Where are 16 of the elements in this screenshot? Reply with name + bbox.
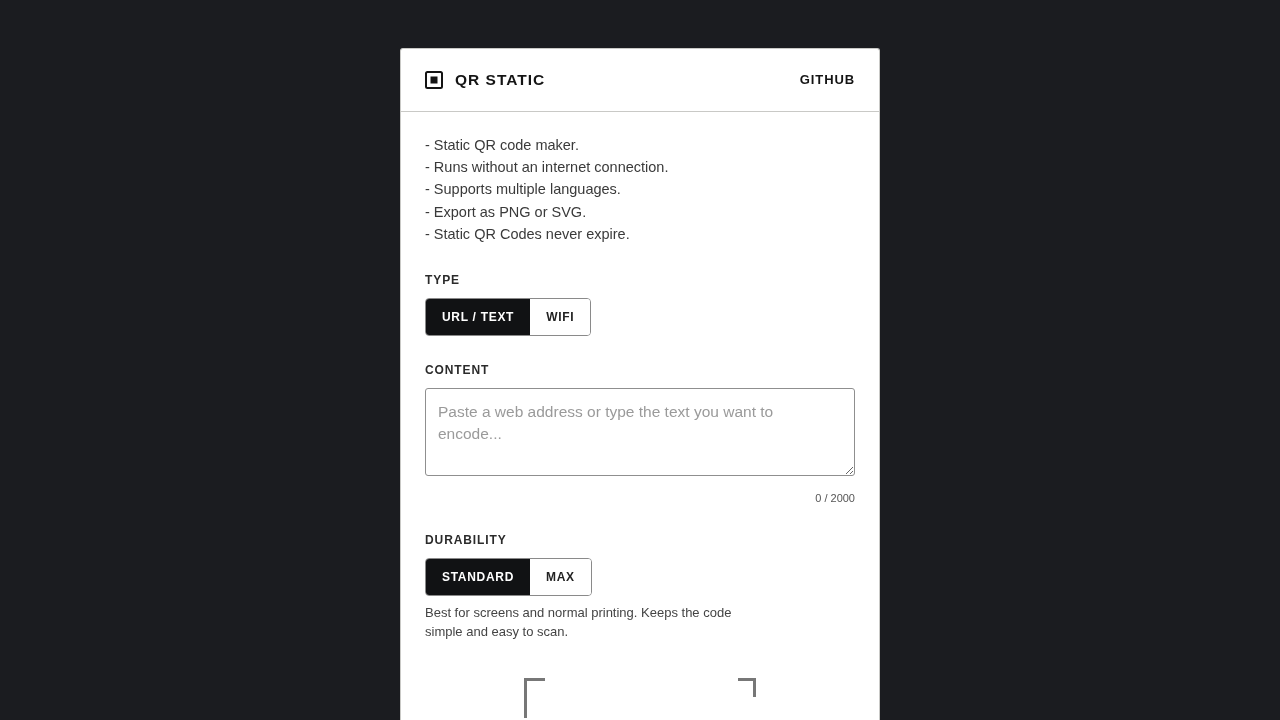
feature-text: - Supports multiple languages. [425, 180, 622, 200]
feature-text: - Runs without an internet connection. [425, 158, 670, 178]
segment-option[interactable]: STANDARD [426, 558, 531, 595]
durability-label: DURABILITY [425, 531, 508, 549]
app-title: QR STATIC [455, 70, 546, 91]
content-label: CONTENT [425, 362, 491, 379]
github-link[interactable]: GITHUB [799, 70, 855, 90]
type-label: TYPE [425, 272, 461, 289]
content-textarea[interactable]: Paste a web address or type the text you want to encode... [425, 388, 855, 476]
segment-option[interactable]: URL / TEXT [426, 299, 531, 335]
feature-text: - Static QR code maker. [425, 136, 580, 155]
character-counter: 0 / 2000 [814, 491, 855, 506]
durability-description: Best for screens and normal printing. Keeps the code simple and easy to scan. [425, 603, 733, 641]
feature-text: - Export as PNG or SVG. [425, 202, 588, 222]
square-logo-icon [425, 71, 443, 89]
feature-text: - Static QR Codes never expire. [425, 224, 631, 244]
